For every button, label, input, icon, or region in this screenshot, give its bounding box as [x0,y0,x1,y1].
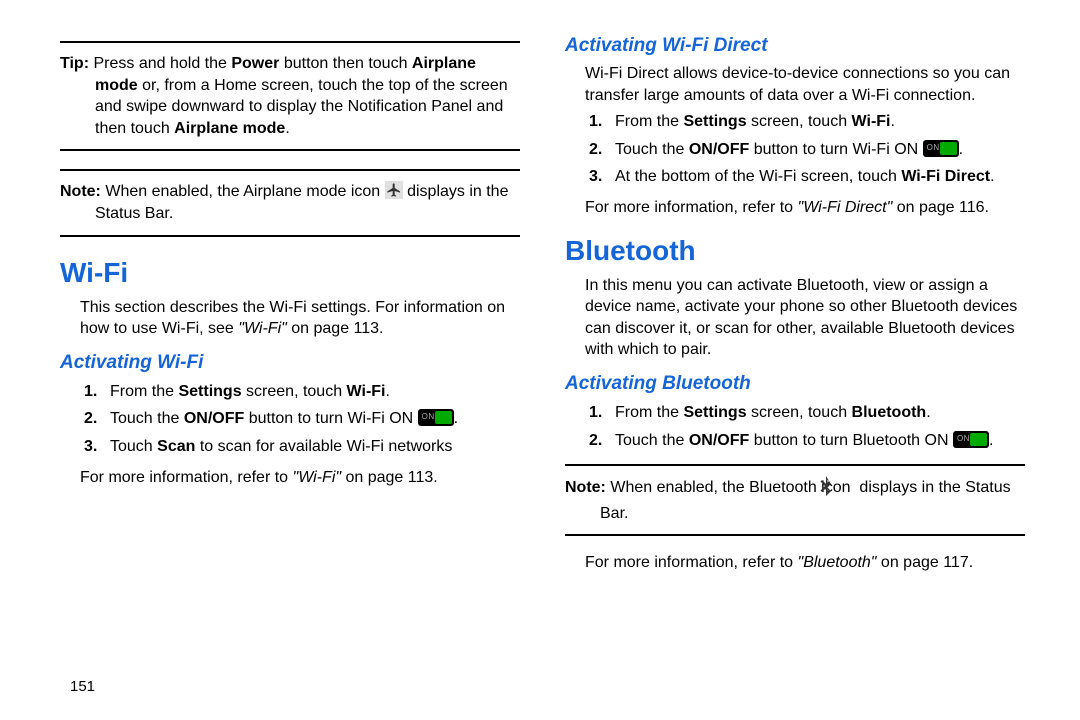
rule [60,235,520,237]
tip-text: button then touch [279,55,412,72]
wifi-heading: Wi-Fi [60,257,520,289]
ref-italic: "Wi-Fi Direct" [798,199,893,216]
rule [565,464,1025,466]
tip-text: Press and hold the [93,55,231,72]
note-text: When enabled, the Bluetooth icon [610,479,855,496]
bt-note-block: Note: When enabled, the Bluetooth icon d… [565,472,1025,528]
rule [565,534,1025,536]
tip-bold: Airplane mode [174,120,285,137]
more-info: For more information, refer to "Wi-Fi" o… [60,467,520,489]
step-num: 2. [589,139,615,161]
text: For more information, refer to [585,554,798,571]
step-text: From the Settings screen, touch Wi-Fi. [110,381,390,403]
step-text: Touch Scan to scan for available Wi-Fi n… [110,436,452,458]
step-1: 1. From the Settings screen, touch Wi-Fi… [565,111,1025,133]
step-text: Touch the ON/OFF button to turn Wi-Fi ON… [110,408,458,430]
step-text: From the Settings screen, touch Bluetoot… [615,402,931,424]
step-text: Touch the ON/OFF button to turn Bluetoot… [615,430,993,452]
tip-block: Tip: Press and hold the Power button the… [60,49,520,143]
tip-bold: Power [231,55,279,72]
rule [60,41,520,43]
bluetooth-intro: In this menu you can activate Bluetooth,… [565,275,1025,361]
activating-bluetooth-heading: Activating Bluetooth [565,373,1025,395]
ref-italic: "Wi-Fi" [238,320,287,337]
more-info: For more information, refer to "Bluetoot… [565,552,1025,574]
step-num: 2. [84,408,110,430]
step-text: Touch the ON/OFF button to turn Wi-Fi ON… [615,139,963,161]
step-num: 2. [589,430,615,452]
step-3: 3. At the bottom of the Wi-Fi screen, to… [565,166,1025,188]
ref-italic: "Bluetooth" [798,554,877,571]
text: For more information, refer to [585,199,798,216]
right-column: Activating Wi-Fi Direct Wi-Fi Direct all… [565,35,1025,695]
text: on page 116. [892,199,989,216]
text: on page 113. [287,320,384,337]
step-2: 2. Touch the ON/OFF button to turn Wi-Fi… [60,408,520,430]
tip-text: . [285,120,289,137]
left-column: Tip: Press and hold the Power button the… [60,35,520,695]
note-label: Note: [565,479,606,496]
step-2: 2. Touch the ON/OFF button to turn Bluet… [565,430,1025,452]
rule [60,169,520,171]
page-number: 151 [60,660,520,695]
wifi-direct-heading: Activating Wi-Fi Direct [565,35,1025,57]
text: on page 117. [876,554,973,571]
more-info: For more information, refer to "Wi-Fi Di… [565,197,1025,219]
bluetooth-heading: Bluetooth [565,235,1025,267]
step-num: 3. [84,436,110,458]
tip-text: or, from a Home screen, touch the top of… [95,77,508,137]
step-num: 3. [589,166,615,188]
step-3: 3. Touch Scan to scan for available Wi-F… [60,436,520,458]
step-text: From the Settings screen, touch Wi-Fi. [615,111,895,133]
step-text: At the bottom of the Wi-Fi screen, touch… [615,166,995,188]
step-num: 1. [589,402,615,424]
airplane-icon [385,181,403,199]
text: on page 113. [341,469,438,486]
step-2: 2. Touch the ON/OFF button to turn Wi-Fi… [565,139,1025,161]
note-text: When enabled, the Airplane mode icon [105,183,384,200]
wifi-direct-intro: Wi-Fi Direct allows device-to-device con… [565,63,1025,106]
activating-wifi-heading: Activating Wi-Fi [60,352,520,374]
note-label: Note: [60,183,101,200]
on-toggle-icon [953,431,989,448]
text: For more information, refer to [80,469,293,486]
wifi-intro: This section describes the Wi-Fi setting… [60,297,520,340]
step-num: 1. [84,381,110,403]
step-1: 1. From the Settings screen, touch Bluet… [565,402,1025,424]
step-1: 1. From the Settings screen, touch Wi-Fi… [60,381,520,403]
note-block: Note: When enabled, the Airplane mode ic… [60,177,520,228]
step-num: 1. [589,111,615,133]
on-toggle-icon [923,140,959,157]
rule [60,149,520,151]
tip-label: Tip: [60,55,89,72]
ref-italic: "Wi-Fi" [293,469,342,486]
manual-page: Tip: Press and hold the Power button the… [0,0,1080,720]
on-toggle-icon [418,409,454,426]
